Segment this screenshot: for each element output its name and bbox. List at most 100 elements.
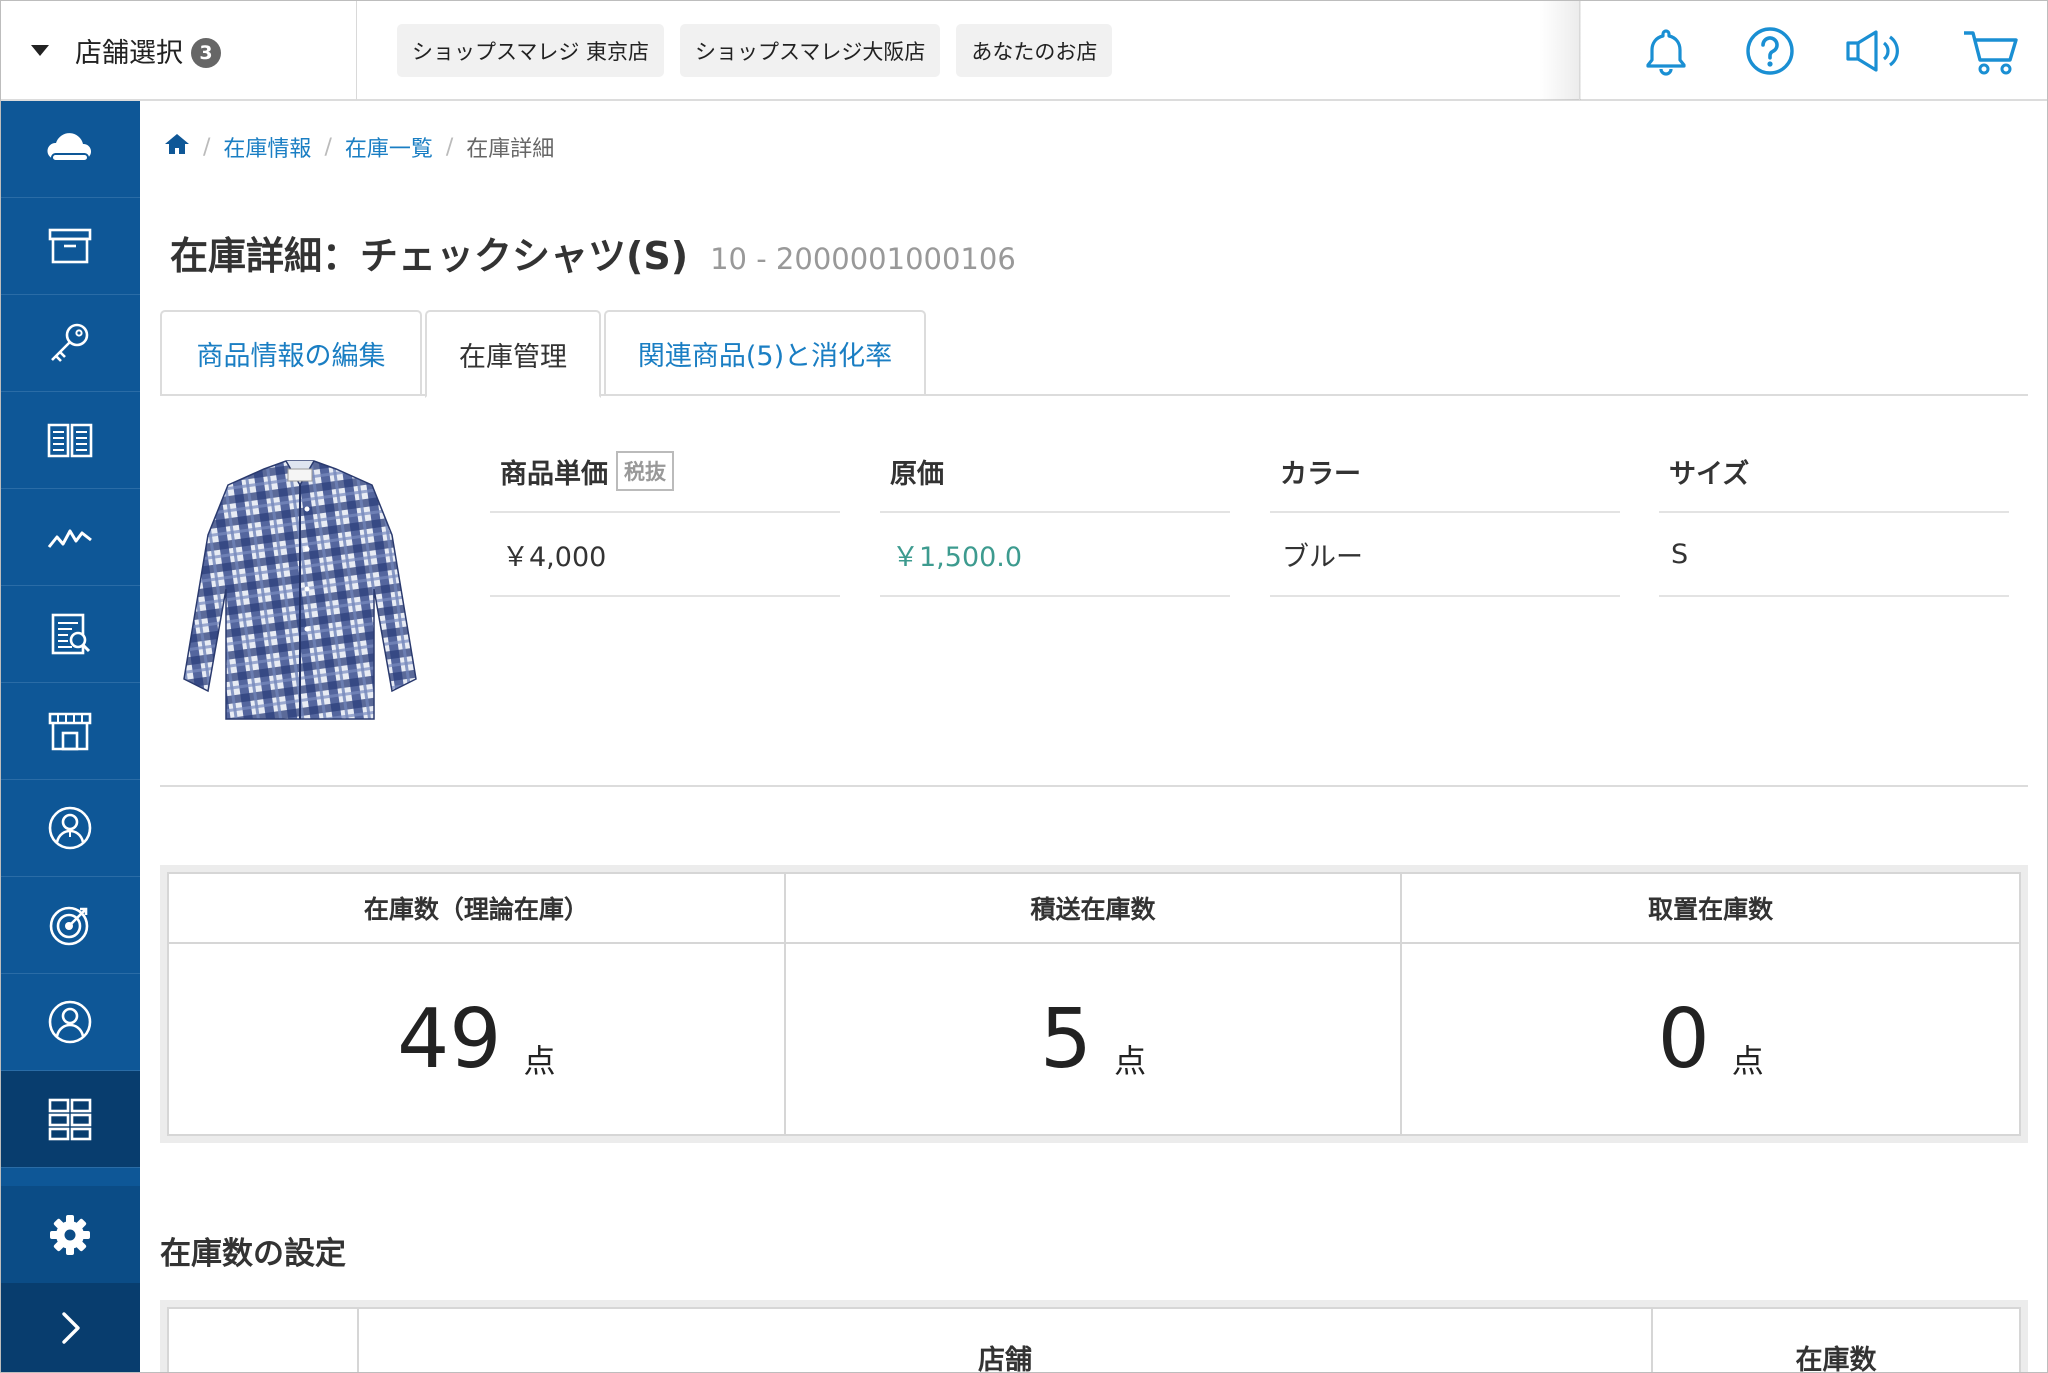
breadcrumb-separator: / xyxy=(203,134,211,160)
store-select-dropdown[interactable]: 店舗選択 3 xyxy=(1,1,357,100)
target-icon xyxy=(49,906,89,946)
breadcrumb-stock-info[interactable]: 在庫情報 xyxy=(223,131,311,163)
stock-value-cell: 49 点 xyxy=(169,944,784,1134)
stock-settings-panel: 店舗 在庫数 xyxy=(160,1300,2028,1373)
tab-stock-management[interactable]: 在庫管理 xyxy=(425,310,601,398)
tab-edit-product[interactable]: 商品情報の編集 xyxy=(160,310,422,396)
spec-header: 原価 xyxy=(880,431,1230,513)
spec-label: カラー xyxy=(1280,458,1361,490)
spec-value: ブルー xyxy=(1270,513,1620,597)
store-icon xyxy=(48,712,92,751)
spec-header: 商品単価 税抜 xyxy=(490,431,840,513)
stock-settings-table: 店舗 在庫数 xyxy=(167,1307,2021,1373)
sidebar-item-store[interactable] xyxy=(0,683,140,780)
gear-icon xyxy=(50,1214,90,1255)
spec-unit-price: 商品単価 税抜 ￥4,000 xyxy=(490,431,840,597)
stock-settings-title: 在庫数の設定 xyxy=(160,1236,346,1272)
plaid-shirt-image xyxy=(183,460,417,720)
chevron-right-icon xyxy=(62,1312,80,1344)
stock-in-transit: 積送在庫数 5 点 xyxy=(785,874,1403,1134)
stock-value-cell: 0 点 xyxy=(1402,944,2019,1134)
spec-color: カラー ブルー xyxy=(1270,431,1620,597)
spec-label: サイズ xyxy=(1669,458,1750,490)
sidebar-item-key[interactable] xyxy=(0,295,140,392)
shop-tab-your-store[interactable]: あなたのお店 xyxy=(956,24,1113,77)
settings-header-store: 店舗 xyxy=(359,1309,1653,1373)
breadcrumb-separator: / xyxy=(445,134,454,160)
settings-header-blank xyxy=(169,1309,359,1373)
stock-count: 5 xyxy=(1039,991,1093,1087)
home-icon xyxy=(165,134,189,154)
sidebar-item-archive[interactable] xyxy=(0,198,140,295)
spec-header: サイズ xyxy=(1659,431,2009,513)
cart-icon[interactable] xyxy=(1960,23,2024,79)
stock-summary-table: 在庫数（理論在庫） 49 点 積送在庫数 5 点 取置在庫数 0 点 xyxy=(167,872,2021,1136)
caret-down-icon xyxy=(31,45,49,56)
sidebar-expand-toggle[interactable] xyxy=(0,1283,140,1373)
sidebar-item-target[interactable] xyxy=(0,877,140,974)
tax-excluded-badge: 税抜 xyxy=(616,451,674,491)
sidebar-item-analytics[interactable] xyxy=(0,489,140,586)
user-circle-icon xyxy=(48,806,92,850)
store-select-label: 店舗選択 xyxy=(75,38,183,69)
top-bar: 店舗選択 3 ショップスマレジ 東京店 ショップスマレジ大阪店 あなたのお店 xyxy=(0,0,2048,101)
sidebar-item-cloud[interactable] xyxy=(0,101,140,198)
tab-related-products[interactable]: 関連商品(5)と消化率 xyxy=(604,310,926,396)
megaphone-icon[interactable] xyxy=(1842,23,1914,79)
spec-label: 商品単価 xyxy=(500,458,608,490)
breadcrumb-current: 在庫詳細 xyxy=(466,137,555,162)
product-code: 10 - 2000001000106 xyxy=(710,242,1016,276)
tab-bar: 商品情報の編集 在庫管理 関連商品(5)と消化率 xyxy=(160,310,2028,398)
spec-header: カラー xyxy=(1270,431,1620,513)
stock-summary-panel: 在庫数（理論在庫） 49 点 積送在庫数 5 点 取置在庫数 0 点 xyxy=(160,865,2028,1143)
sidebar-item-book[interactable] xyxy=(0,392,140,489)
spec-label: 原価 xyxy=(890,458,944,490)
report-icon xyxy=(51,613,91,655)
settings-header-stock: 在庫数 xyxy=(1795,1345,1877,1373)
breadcrumb: / 在庫情報 / 在庫一覧 / 在庫詳細 xyxy=(164,131,554,163)
top-icon-group xyxy=(1579,1,2047,100)
stock-count: 49 xyxy=(397,991,502,1087)
page-title-text: 在庫詳細：チェックシャツ(S) xyxy=(170,234,689,278)
spec-value: ￥4,000 xyxy=(490,513,840,597)
book-icon xyxy=(47,423,93,458)
stock-count: 0 xyxy=(1657,991,1710,1087)
sidebar-item-inventory[interactable] xyxy=(0,1071,140,1168)
sidebar-item-staff[interactable] xyxy=(0,780,140,877)
stock-reserved: 取置在庫数 0 点 xyxy=(1402,874,2019,1134)
stock-unit: 点 xyxy=(1114,1042,1147,1080)
member-icon xyxy=(48,1000,92,1044)
sidebar-item-member[interactable] xyxy=(0,974,140,1071)
spec-size: サイズ S xyxy=(1659,431,2009,597)
product-image xyxy=(160,439,440,739)
store-count-badge: 3 xyxy=(191,37,221,68)
line-chart-icon xyxy=(47,529,92,548)
page-title: 在庫詳細：チェックシャツ(S) 10 - 2000001000106 xyxy=(170,225,1016,280)
stock-value-cell: 5 点 xyxy=(786,944,1401,1134)
stock-theoretical: 在庫数（理論在庫） 49 点 xyxy=(169,874,786,1134)
shop-tab-tokyo[interactable]: ショップスマレジ 東京店 xyxy=(397,24,665,77)
shop-tab-osaka[interactable]: ショップスマレジ大阪店 xyxy=(680,24,941,77)
main-content: / 在庫情報 / 在庫一覧 / 在庫詳細 在庫詳細：チェックシャツ(S) 10 … xyxy=(140,101,2048,1373)
breadcrumb-stock-list[interactable]: 在庫一覧 xyxy=(345,131,433,163)
sidebar-item-settings[interactable] xyxy=(0,1186,140,1283)
sidebar-item-report[interactable] xyxy=(0,586,140,683)
spec-value: ￥1,500.0 xyxy=(880,513,1230,597)
stock-label: 積送在庫数 xyxy=(785,874,1401,944)
spec-value: S xyxy=(1659,513,2009,597)
stock-label: 在庫数（理論在庫） xyxy=(169,874,784,944)
breadcrumb-home[interactable] xyxy=(164,132,190,162)
stock-unit: 点 xyxy=(523,1042,556,1080)
breadcrumb-separator: / xyxy=(324,134,332,160)
sidebar-nav xyxy=(0,101,140,1373)
shop-tabs: ショップスマレジ 東京店 ショップスマレジ大阪店 あなたのお店 xyxy=(397,24,1113,77)
cloud-icon xyxy=(47,133,92,162)
stock-unit: 点 xyxy=(1731,1042,1764,1080)
key-icon xyxy=(51,323,89,362)
bell-icon[interactable] xyxy=(1638,23,1694,79)
scroll-shadow xyxy=(1539,1,1581,100)
inventory-grid-icon xyxy=(48,1098,92,1141)
section-divider xyxy=(160,785,2028,787)
spec-cost: 原価 ￥1,500.0 xyxy=(880,431,1230,597)
help-icon[interactable] xyxy=(1742,23,1798,79)
